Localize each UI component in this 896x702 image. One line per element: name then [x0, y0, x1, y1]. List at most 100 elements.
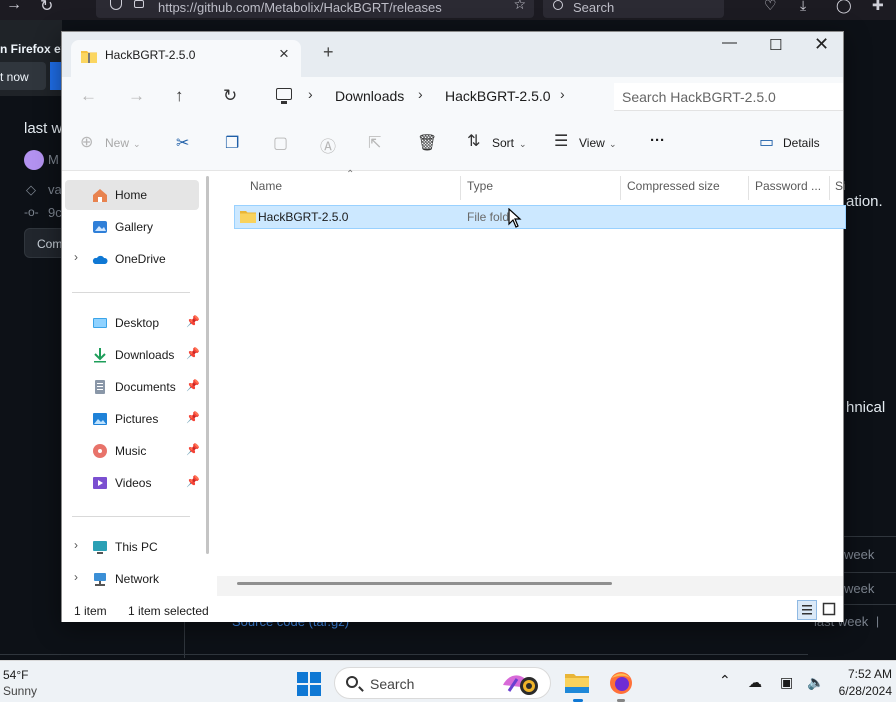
new-tab-button[interactable]: + [323, 42, 334, 63]
sort-button[interactable]: Sort [492, 136, 514, 150]
account-icon[interactable]: ◯ [836, 0, 852, 14]
breadcrumb-downloads[interactable]: Downloads [335, 88, 404, 104]
release-commit-partial[interactable]: 9c [48, 205, 62, 220]
speaker-icon[interactable]: 🔈 [807, 674, 824, 691]
tab-close-icon[interactable]: × [279, 44, 289, 64]
see-more-button[interactable]: ··· [650, 132, 665, 149]
release-tag-partial[interactable]: va [48, 182, 62, 197]
share-icon[interactable]: ⇱ [368, 133, 381, 153]
release-author-partial[interactable]: M [48, 152, 59, 167]
details-button[interactable]: Details [783, 136, 820, 150]
column-divider[interactable] [748, 176, 749, 200]
horizontal-scrollbar[interactable] [237, 582, 612, 585]
weather-condition[interactable]: Sunny [3, 684, 37, 698]
pin-icon[interactable]: 📌 [186, 443, 200, 456]
cut-icon[interactable]: ✂ [176, 133, 189, 153]
pin-icon[interactable]: 📌 [186, 411, 200, 424]
pin-icon[interactable]: 📌 [186, 347, 200, 360]
pin-icon[interactable]: 📌 [186, 315, 200, 328]
close-icon[interactable]: ✕ [814, 34, 829, 55]
column-header-name[interactable]: Name [250, 179, 282, 193]
delete-icon[interactable]: 🗑 [417, 133, 437, 153]
details-view-button[interactable] [797, 600, 817, 620]
user-avatar[interactable] [24, 150, 44, 170]
lock-icon[interactable] [134, 0, 144, 8]
display-icon[interactable]: ▣ [780, 674, 793, 691]
column-header-size[interactable]: Si [835, 179, 846, 193]
chevron-right-icon[interactable]: › [74, 250, 78, 264]
chevron-right-icon[interactable]: › [418, 86, 423, 102]
chevron-up-icon[interactable]: ⌃ [719, 672, 731, 689]
explorer-titlebar[interactable]: HackBGRT-2.5.0 × + — ☐ ✕ [62, 32, 843, 77]
horizontal-scroll-track[interactable] [217, 576, 843, 596]
chevron-down-icon[interactable]: ⌄ [519, 139, 527, 150]
column-divider[interactable] [620, 176, 621, 200]
sidebar-item-desktop[interactable]: Desktop 📌 [62, 308, 200, 338]
maximize-icon[interactable]: ☐ [769, 36, 782, 54]
column-header-compressed-size[interactable]: Compressed size [627, 179, 720, 193]
sidebar-item-home[interactable]: Home [65, 180, 199, 210]
start-button[interactable] [297, 672, 321, 696]
sidebar-item-this-pc[interactable]: › This PC [62, 532, 199, 562]
explorer-search-input[interactable] [622, 87, 837, 107]
breadcrumb[interactable]: › Downloads › HackBGRT-2.5.0 › [268, 83, 605, 111]
sidebar-item-documents[interactable]: Documents 📌 [62, 372, 200, 402]
forward-icon[interactable]: → [128, 86, 145, 106]
chevron-right-icon[interactable]: › [74, 538, 78, 552]
tiles-view-button[interactable] [820, 600, 840, 620]
browser-search-bar[interactable]: Search [543, 0, 724, 18]
column-header-password[interactable]: Password ... [755, 179, 821, 193]
browser-reload-icon[interactable]: ↻ [40, 0, 53, 16]
new-button[interactable]: New [105, 136, 129, 150]
clock-date[interactable]: 6/28/2024 [839, 684, 892, 698]
copy-icon[interactable]: ❐ [225, 133, 239, 153]
sidebar-item-downloads[interactable]: Downloads 📌 [62, 340, 200, 370]
file-explorer-taskbar-icon[interactable] [564, 670, 590, 696]
sidebar-item-network[interactable]: › Network [62, 564, 199, 594]
pin-icon[interactable]: 📌 [186, 475, 200, 488]
details-pane-icon[interactable]: ▭ [759, 132, 774, 152]
firefox-taskbar-icon[interactable] [608, 670, 634, 696]
breadcrumb-current[interactable]: HackBGRT-2.5.0 [445, 88, 551, 104]
paste-icon[interactable]: ▢ [273, 133, 288, 153]
pin-icon[interactable]: 📌 [186, 379, 200, 392]
browser-url-bar[interactable]: https://github.com/Metabolix/HackBGRT/re… [96, 0, 534, 18]
cloud-offline-icon[interactable]: ☁ [748, 674, 762, 691]
chevron-right-icon[interactable]: › [308, 86, 313, 102]
explorer-search-box[interactable] [614, 83, 843, 111]
explorer-tab[interactable]: HackBGRT-2.5.0 × [71, 40, 301, 77]
chevron-right-icon[interactable]: › [74, 570, 78, 584]
browser-forward-icon[interactable]: → [6, 0, 22, 14]
this-pc-icon[interactable] [276, 88, 292, 104]
clock-time[interactable]: 7:52 AM [848, 667, 892, 681]
bookmark-star-icon[interactable]: ☆ [513, 0, 526, 13]
sidebar-item-pictures[interactable]: Pictures 📌 [62, 404, 200, 434]
firefox-promo-button[interactable]: t now [0, 62, 46, 90]
chevron-right-icon[interactable]: › [560, 86, 565, 102]
new-plus-icon[interactable]: ⊕ [80, 132, 93, 152]
weather-temperature[interactable]: 54°F [3, 668, 28, 682]
minimize-icon[interactable]: — [722, 34, 737, 51]
up-icon[interactable]: ↑ [175, 86, 184, 106]
extensions-icon[interactable]: ✚ [872, 0, 884, 14]
sidebar-item-gallery[interactable]: Gallery [62, 212, 199, 242]
sort-icon[interactable]: ⇅ [467, 131, 480, 151]
rename-icon[interactable]: Ⓐ [320, 133, 336, 157]
pocket-icon[interactable]: ♡ [764, 0, 777, 14]
column-header-type[interactable]: Type [467, 179, 493, 193]
chevron-down-icon[interactable]: ⌄ [609, 139, 617, 150]
downloads-icon[interactable]: ⤓ [800, 0, 806, 14]
view-button[interactable]: View [579, 136, 605, 150]
tracking-shield-icon[interactable] [110, 0, 122, 10]
back-icon[interactable]: ← [80, 86, 97, 106]
column-divider[interactable] [829, 176, 830, 200]
sidebar-item-onedrive[interactable]: › OneDrive [62, 244, 199, 274]
column-divider[interactable] [460, 176, 461, 200]
view-icon[interactable]: ☰ [554, 131, 568, 151]
taskbar-search[interactable]: Search [334, 667, 551, 699]
sidebar-item-videos[interactable]: Videos 📌 [62, 468, 200, 498]
navigation-scrollbar[interactable] [206, 176, 209, 554]
chevron-down-icon[interactable]: ⌄ [133, 139, 141, 150]
table-row[interactable]: HackBGRT-2.5.0 File fold [234, 205, 846, 229]
sidebar-item-music[interactable]: Music 📌 [62, 436, 200, 466]
